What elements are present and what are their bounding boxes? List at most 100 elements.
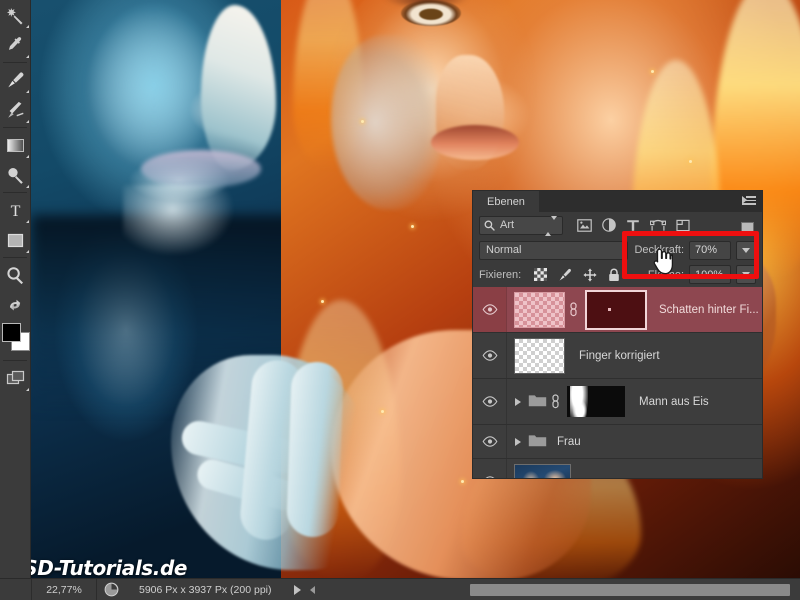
layer-mask-link-icon[interactable]	[549, 394, 561, 409]
brush-tool[interactable]	[0, 65, 31, 95]
filter-shape-icon[interactable]	[650, 219, 666, 232]
layer-thumbnail[interactable]	[514, 291, 565, 328]
prev-arrow-icon[interactable]	[309, 585, 315, 594]
lock-pixels-icon[interactable]	[558, 268, 572, 282]
ice-lips	[141, 150, 261, 188]
eye-icon	[485, 476, 494, 478]
blend-mode-select[interactable]: Normal	[479, 240, 629, 260]
lock-all-icon[interactable]	[608, 268, 620, 282]
tab-ebenen[interactable]: Ebenen	[473, 191, 539, 212]
menu-line	[746, 196, 756, 198]
filter-pixel-icon[interactable]	[577, 218, 592, 232]
fill-input[interactable]: 100%	[689, 265, 731, 284]
gradient-tool[interactable]	[0, 130, 31, 160]
tool-separator	[3, 127, 27, 128]
lock-position-icon[interactable]	[583, 267, 597, 282]
layer-visibility-toggle[interactable]	[473, 425, 507, 458]
stepper-down-icon	[551, 215, 557, 232]
swap-colors-icon[interactable]	[0, 290, 31, 320]
screen-mode-tool[interactable]	[0, 363, 31, 393]
layer-name[interactable]: Finger korrigiert	[579, 350, 660, 362]
eye-icon	[482, 396, 497, 407]
table-row[interactable]: Schatten hinter Fi...	[473, 287, 762, 333]
eyedropper-tool[interactable]	[0, 30, 31, 60]
ember-spark	[321, 300, 324, 303]
zoom-tool[interactable]	[0, 260, 31, 290]
chevron-down-icon	[742, 272, 750, 277]
layer-visibility-toggle[interactable]	[473, 333, 507, 378]
filter-kind-label: Art	[500, 219, 515, 231]
horizontal-scrollbar[interactable]	[430, 583, 798, 597]
eraser-tool[interactable]	[0, 95, 31, 125]
hand-pointer-cursor	[651, 248, 674, 280]
woman-eye	[401, 0, 461, 26]
zoom-level-input[interactable]: 22,77%	[32, 584, 96, 596]
watermark-text: PSD-Tutorials.de	[9, 556, 188, 580]
layer-thumbnail[interactable]	[514, 337, 565, 374]
table-row[interactable]: Frau	[473, 425, 762, 459]
fill-value: 100%	[695, 268, 724, 281]
panel-menu-icon[interactable]	[742, 196, 756, 207]
type-tool[interactable]: T	[0, 195, 31, 225]
ember-spark	[461, 480, 464, 483]
tool-separator	[3, 257, 27, 258]
foreground-color-swatch[interactable]	[2, 323, 21, 342]
tool-corner-marker	[26, 388, 29, 391]
eye-icon	[482, 350, 497, 361]
opacity-input[interactable]: 70%	[689, 240, 731, 260]
tool-corner-marker	[26, 25, 29, 28]
group-mask-thumbnail[interactable]	[567, 386, 625, 417]
layer-name[interactable]: Mann aus Eis	[639, 396, 709, 408]
table-row[interactable]: Finger korrigiert	[473, 333, 762, 379]
fill-dropdown-button[interactable]	[736, 265, 756, 284]
layer-visibility-toggle[interactable]	[473, 287, 507, 332]
filter-enable-toggle[interactable]	[741, 222, 754, 235]
woman-lips	[431, 125, 519, 160]
tool-corner-marker	[26, 250, 29, 253]
scrollbar-thumb[interactable]	[470, 584, 790, 596]
blend-mode-value: Normal	[486, 244, 522, 256]
lock-transparency-icon[interactable]	[534, 268, 548, 281]
filter-smartobject-icon[interactable]	[676, 219, 691, 232]
ember-spark	[381, 410, 384, 413]
magic-wand-tool[interactable]	[0, 0, 31, 30]
layer-name[interactable]: Frau	[557, 436, 581, 448]
chevron-down-icon	[742, 247, 750, 253]
layer-mask-thumbnail[interactable]	[585, 289, 647, 330]
ember-spark	[361, 120, 364, 123]
filter-type-icon[interactable]	[626, 219, 640, 232]
layer-visibility-toggle[interactable]	[473, 459, 507, 478]
eye-icon	[482, 304, 497, 315]
frost-cheek	[331, 35, 441, 210]
layers-panel[interactable]: Ebenen Art Normal 70% Fixieren: Fläche: …	[473, 191, 762, 478]
filter-icon-group	[577, 218, 691, 232]
ember-spark	[411, 225, 414, 228]
document-size-icon[interactable]	[97, 582, 125, 597]
menu-line	[746, 199, 756, 201]
color-swatches[interactable]	[0, 320, 31, 358]
layer-filter-row: Art	[473, 212, 762, 238]
ice-chin	[123, 185, 233, 255]
rectangle-tool[interactable]	[0, 225, 31, 255]
opacity-value: 70%	[695, 244, 718, 256]
layer-name[interactable]: Schatten hinter Fi...	[659, 304, 759, 316]
tool-corner-marker	[26, 55, 29, 58]
filter-kind-select[interactable]: Art	[479, 215, 563, 236]
group-expand-arrow-icon[interactable]	[515, 437, 521, 446]
lock-icon-group	[534, 267, 620, 282]
layer-mask-link-icon[interactable]	[567, 302, 579, 317]
table-row[interactable]	[473, 459, 762, 478]
layer-thumbnail[interactable]	[514, 463, 571, 478]
mask-detail	[608, 307, 611, 311]
filter-adjustment-icon[interactable]	[602, 218, 616, 232]
dodge-tool[interactable]	[0, 160, 31, 190]
play-arrow-icon[interactable]	[293, 584, 301, 595]
tool-corner-marker	[26, 90, 29, 93]
group-expand-arrow-icon[interactable]	[515, 397, 521, 406]
photoshop-window: T PSD-Tutorials.de Ebenen Art Normal 70%…	[0, 0, 800, 600]
filter-kind-stepper[interactable]	[545, 215, 557, 236]
opacity-dropdown-button[interactable]	[736, 240, 756, 260]
tool-corner-marker	[26, 220, 29, 223]
layer-visibility-toggle[interactable]	[473, 379, 507, 424]
table-row[interactable]: Mann aus Eis	[473, 379, 762, 425]
